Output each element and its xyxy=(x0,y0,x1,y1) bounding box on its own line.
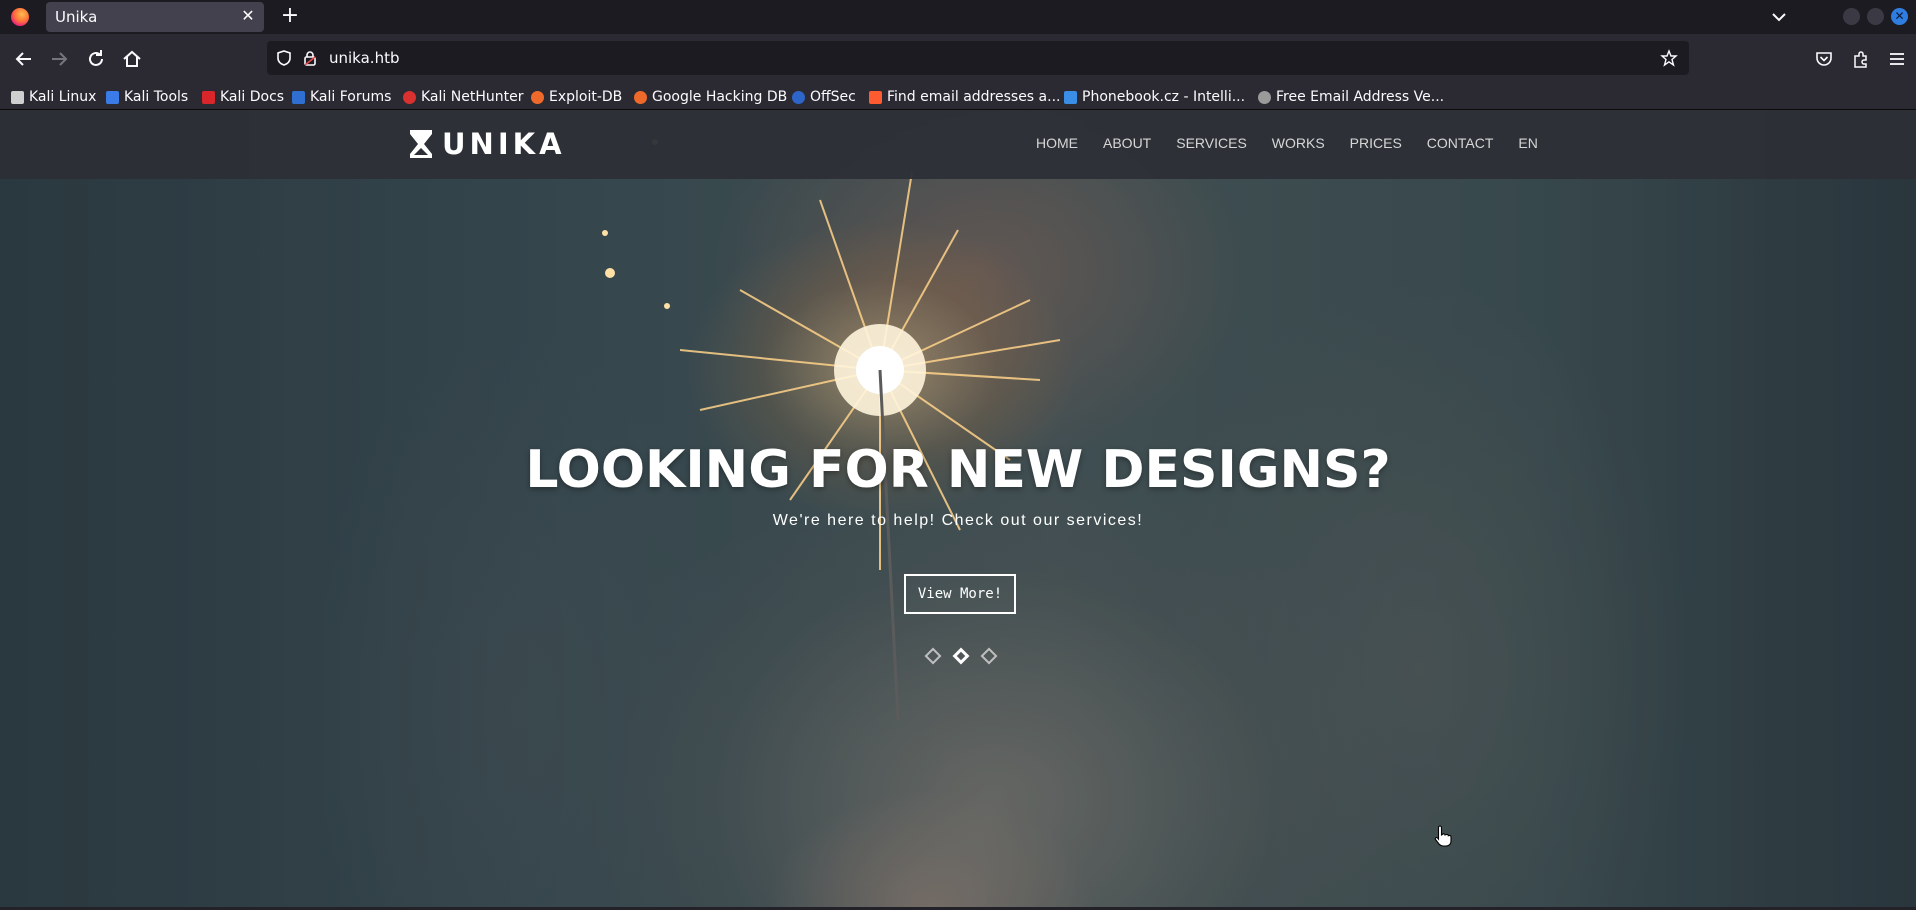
bookmark-label: Free Email Address Ve... xyxy=(1276,89,1445,105)
carousel-dot-3[interactable] xyxy=(980,647,998,665)
bookmark-kali-docs[interactable]: Kali Docs xyxy=(202,87,284,107)
email-verifier-icon xyxy=(1258,90,1271,104)
address-bar[interactable]: unika.htb xyxy=(267,41,1689,75)
bookmark-label: Kali Tools xyxy=(124,89,189,105)
bookmark-label: Google Hacking DB xyxy=(652,89,788,105)
bookmark-email-verifier[interactable]: Free Email Address Ve... xyxy=(1258,87,1444,107)
offsec-icon xyxy=(792,90,805,104)
reload-icon[interactable] xyxy=(84,47,108,71)
bookmark-label: Kali Docs xyxy=(220,89,285,105)
tab-close-icon[interactable]: ✕ xyxy=(238,6,258,26)
site-menu: HOME ABOUT SERVICES WORKS PRICES CONTACT… xyxy=(1036,135,1538,151)
browser-window: Unika ✕ + ✕ unika.htb Kali Linux Kali To… xyxy=(0,0,1916,910)
nav-services[interactable]: SERVICES xyxy=(1176,135,1247,151)
bookmark-exploit-db[interactable]: Exploit-DB xyxy=(531,87,622,107)
bookmark-label: Kali Forums xyxy=(310,89,392,105)
bookmark-kali-nethunter[interactable]: Kali NetHunter xyxy=(403,87,523,107)
back-icon[interactable] xyxy=(12,47,36,71)
hero-subtitle: We're here to help! Check out our servic… xyxy=(772,512,1144,529)
extensions-icon[interactable] xyxy=(1850,48,1872,70)
nav-works[interactable]: WORKS xyxy=(1272,135,1325,151)
kali-tools-icon xyxy=(106,90,119,104)
bookmarks-toolbar: Kali Linux Kali Tools Kali Docs Kali For… xyxy=(0,84,1916,110)
bookmark-label: Kali NetHunter xyxy=(421,89,524,105)
logo-text: UNIKA xyxy=(442,127,566,161)
nav-about[interactable]: ABOUT xyxy=(1103,135,1151,151)
exploit-db-icon xyxy=(531,90,544,104)
bookmark-phonebook[interactable]: Phonebook.cz - Intelli... xyxy=(1064,87,1245,107)
bookmark-label: Phonebook.cz - Intelli... xyxy=(1082,89,1246,105)
hourglass-logo-icon xyxy=(410,130,432,158)
kali-forums-icon xyxy=(292,90,305,104)
forward-icon[interactable] xyxy=(47,47,71,71)
pocket-icon[interactable] xyxy=(1813,48,1835,70)
menu-hamburger-icon[interactable] xyxy=(1886,48,1908,70)
site-logo[interactable]: UNIKA xyxy=(408,127,566,161)
hero-title: LOOKING FOR NEW DESIGNS? xyxy=(525,440,1391,500)
nav-contact[interactable]: CONTACT xyxy=(1427,135,1494,151)
bookmark-kali-tools[interactable]: Kali Tools xyxy=(106,87,188,107)
nav-prices[interactable]: PRICES xyxy=(1350,135,1402,151)
bookmark-star-icon[interactable] xyxy=(1660,49,1678,67)
phonebook-icon xyxy=(1064,90,1077,104)
bookmark-label: Kali Linux xyxy=(29,89,97,105)
chevron-down-icon[interactable] xyxy=(1768,6,1790,28)
kali-dragon-icon xyxy=(11,90,24,104)
nethunter-icon xyxy=(403,90,416,104)
shield-icon[interactable] xyxy=(275,49,293,67)
maximize-icon[interactable] xyxy=(1867,8,1884,25)
navigation-toolbar: unika.htb xyxy=(0,34,1916,84)
new-tab-icon[interactable]: + xyxy=(279,5,301,27)
firefox-logo-icon xyxy=(11,8,29,26)
sparkler-image xyxy=(602,139,1061,721)
tab-strip: Unika ✕ + ✕ xyxy=(0,0,1916,34)
tab-title: Unika xyxy=(55,8,98,26)
hand-cursor-icon xyxy=(1434,825,1452,847)
carousel-dot-2[interactable] xyxy=(952,647,970,665)
bookmark-ghdb[interactable]: Google Hacking DB xyxy=(634,87,787,107)
lock-icon[interactable] xyxy=(301,49,319,67)
ghdb-icon xyxy=(634,90,647,104)
bookmark-offsec[interactable]: OffSec xyxy=(792,87,856,107)
url-text[interactable]: unika.htb xyxy=(329,49,399,67)
carousel-indicators xyxy=(922,647,1002,667)
bookmark-label: Exploit-DB xyxy=(549,89,623,105)
hunter-icon xyxy=(869,90,882,104)
nav-home[interactable]: HOME xyxy=(1036,135,1078,151)
kali-docs-icon xyxy=(202,90,215,104)
minimize-icon[interactable] xyxy=(1843,8,1860,25)
home-icon[interactable] xyxy=(120,47,144,71)
bookmark-find-email[interactable]: Find email addresses a... xyxy=(869,87,1060,107)
bookmark-label: OffSec xyxy=(810,89,856,105)
close-window-icon[interactable]: ✕ xyxy=(1891,8,1908,25)
carousel-dot-1[interactable] xyxy=(924,647,942,665)
nav-language[interactable]: EN xyxy=(1518,135,1537,151)
web-page: UNIKA HOME ABOUT SERVICES WORKS PRICES C… xyxy=(0,110,1916,910)
bookmark-kali-forums[interactable]: Kali Forums xyxy=(292,87,391,107)
bookmark-kali-linux[interactable]: Kali Linux xyxy=(11,87,96,107)
site-header: UNIKA HOME ABOUT SERVICES WORKS PRICES C… xyxy=(0,110,1916,179)
bookmark-label: Find email addresses a... xyxy=(887,89,1061,105)
view-more-button[interactable]: View More! xyxy=(904,574,1016,614)
tab-unika[interactable]: Unika ✕ xyxy=(46,2,264,32)
